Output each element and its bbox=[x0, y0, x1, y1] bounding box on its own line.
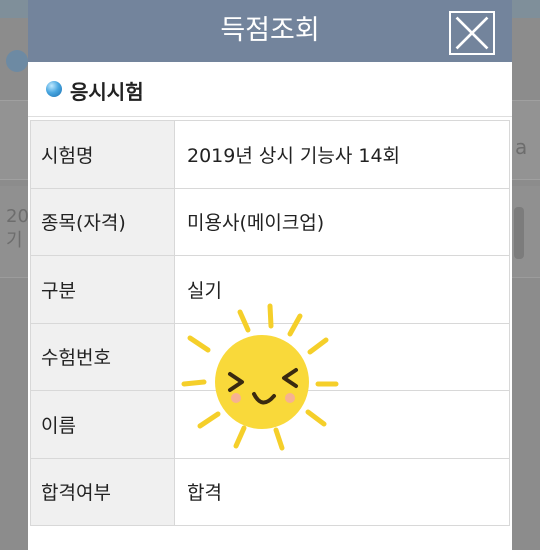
close-button[interactable] bbox=[449, 11, 495, 55]
table-row: 합격여부 합격 bbox=[30, 457, 510, 526]
row-value: 2019년 상시 기능사 14회 bbox=[174, 120, 510, 189]
background-circle-icon bbox=[6, 50, 28, 72]
modal-title: 득점조회 bbox=[220, 15, 320, 46]
row-label: 구분 bbox=[30, 255, 175, 324]
close-icon bbox=[455, 16, 489, 50]
row-value: 미용사(메이크업) bbox=[174, 187, 510, 256]
row-label: 이름 bbox=[30, 390, 175, 459]
background-button bbox=[514, 207, 524, 259]
row-label: 종목(자격) bbox=[30, 187, 175, 256]
background-text-left: 20 기 bbox=[6, 206, 29, 251]
row-value: 합격 bbox=[174, 457, 510, 526]
blue-dot-icon bbox=[46, 81, 62, 97]
modal-header: 득점조회 bbox=[28, 0, 512, 62]
section-title: 응시시험 bbox=[70, 80, 144, 104]
section-header: 응시시험 bbox=[28, 62, 512, 117]
row-label: 수험번호 bbox=[30, 322, 175, 391]
background-text-right: a bbox=[515, 135, 528, 159]
row-label: 시험명 bbox=[30, 120, 175, 189]
sun-sticker-icon bbox=[181, 303, 339, 451]
score-lookup-modal: 득점조회 응시시험 시험명 2019년 상시 기능사 14회 종목(자격) 미용… bbox=[28, 0, 512, 550]
row-label: 합격여부 bbox=[30, 457, 175, 526]
table-row: 종목(자격) 미용사(메이크업) bbox=[30, 187, 510, 256]
table-row: 시험명 2019년 상시 기능사 14회 bbox=[30, 120, 510, 189]
